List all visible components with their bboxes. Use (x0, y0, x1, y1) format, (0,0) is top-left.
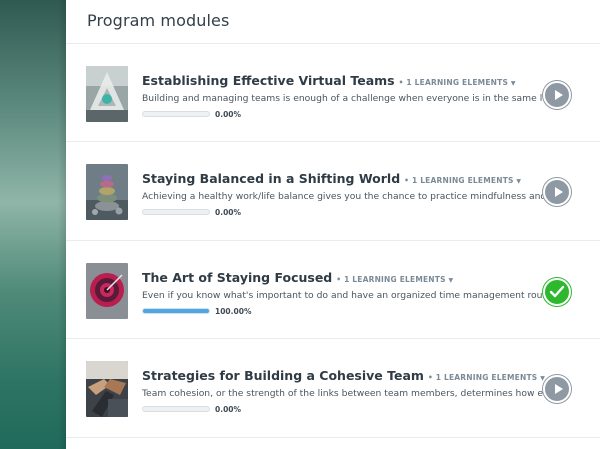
module-cohesive-team[interactable]: Strategies for Building a Cohesive Team •… (66, 340, 600, 438)
module-description: Team cohesion, or the strength of the li… (142, 388, 552, 399)
module-title-row: Establishing Effective Virtual Teams • 1 … (142, 70, 516, 89)
module-title-row: Strategies for Building a Cohesive Team •… (142, 365, 545, 384)
caret-down-icon: ▼ (510, 80, 516, 87)
caret-down-icon: ▼ (448, 277, 454, 284)
module-title[interactable]: Establishing Effective Virtual Teams (142, 73, 395, 88)
module-staying-balanced[interactable]: Staying Balanced in a Shifting World • 1 … (66, 143, 600, 241)
module-description: Building and managing teams is enough of… (142, 93, 552, 104)
module-thumbnail[interactable] (86, 66, 128, 122)
module-title[interactable]: Staying Balanced in a Shifting World (142, 171, 400, 186)
panel-header: Program modules (66, 0, 600, 44)
learning-elements-toggle[interactable]: • 1 LEARNING ELEMENTS ▼ (399, 78, 516, 87)
play-icon[interactable] (543, 375, 571, 403)
module-title-row: Staying Balanced in a Shifting World • 1 … (142, 168, 521, 187)
module-staying-focused[interactable]: The Art of Staying Focused • 1 LEARNING E… (66, 241, 600, 339)
module-description: Achieving a healthy work/life balance gi… (142, 191, 552, 202)
progress-fill (143, 309, 209, 313)
learning-elements-toggle[interactable]: • 1 LEARNING ELEMENTS ▼ (428, 373, 545, 382)
progress-percent: 100.00% (215, 307, 252, 316)
play-icon[interactable] (543, 178, 571, 206)
progress-bar (142, 209, 210, 215)
learning-elements-toggle[interactable]: • 1 LEARNING ELEMENTS ▼ (336, 275, 453, 284)
progress-bar (142, 308, 210, 314)
module-thumbnail[interactable] (86, 361, 128, 417)
module-title[interactable]: Strategies for Building a Cohesive Team (142, 368, 424, 383)
module-virtual-teams[interactable]: Establishing Effective Virtual Teams • 1 … (66, 44, 600, 142)
module-thumbnail[interactable] (86, 263, 128, 319)
learning-elements-toggle[interactable]: • 1 LEARNING ELEMENTS ▼ (404, 176, 521, 185)
progress-percent: 0.00% (215, 405, 242, 414)
play-icon[interactable] (543, 81, 571, 109)
module-description: Even if you know what's important to do … (142, 290, 552, 301)
check-icon[interactable] (543, 278, 571, 306)
background-strip (0, 0, 66, 449)
progress-percent: 0.00% (215, 110, 242, 119)
module-title-row: The Art of Staying Focused • 1 LEARNING E… (142, 267, 453, 286)
page-title: Program modules (87, 11, 230, 30)
module-title[interactable]: The Art of Staying Focused (142, 270, 332, 285)
caret-down-icon: ▼ (516, 178, 522, 185)
progress-bar (142, 111, 210, 117)
progress-percent: 0.00% (215, 208, 242, 217)
progress-bar (142, 406, 210, 412)
program-modules-panel: Program modules Establishing Effective V… (66, 0, 600, 449)
module-thumbnail[interactable] (86, 164, 128, 220)
